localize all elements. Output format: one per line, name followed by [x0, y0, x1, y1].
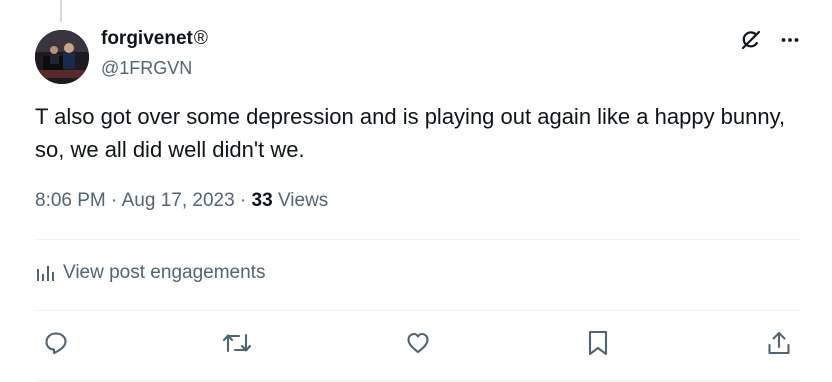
repost-button[interactable]	[216, 326, 258, 360]
display-name-text: forgivenet	[101, 28, 193, 49]
views-label: Views	[272, 190, 329, 211]
heart-icon	[406, 332, 429, 354]
divider	[35, 310, 800, 311]
meta-separator: ·	[234, 190, 252, 211]
like-button[interactable]	[397, 326, 439, 360]
divider	[35, 239, 800, 240]
meta-separator: ·	[105, 190, 122, 211]
share-icon	[768, 331, 790, 355]
grok-slash-icon[interactable]	[740, 29, 762, 51]
post-actions-bar	[35, 326, 800, 360]
bookmark-icon	[589, 330, 608, 356]
post-time[interactable]: 8:06 PM	[35, 190, 106, 211]
post-text: T also got over some depression and is p…	[35, 104, 786, 162]
avatar[interactable]	[35, 30, 89, 84]
share-button[interactable]	[758, 326, 800, 360]
repost-icon	[222, 333, 251, 353]
post-date[interactable]: Aug 17, 2023	[122, 190, 235, 211]
view-engagements-label: View post engagements	[63, 262, 266, 283]
post-metadata: 8:06 PM · Aug 17, 2023 · 33 Views	[35, 190, 328, 212]
registered-mark: ®	[193, 28, 208, 49]
bookmark-button[interactable]	[577, 326, 619, 360]
reply-button[interactable]	[35, 326, 77, 360]
thread-connector-line	[60, 0, 62, 22]
analytics-bars-icon	[35, 263, 55, 283]
reply-icon	[45, 332, 67, 355]
views-count: 33	[251, 190, 273, 211]
view-engagements-link[interactable]: View post engagements	[35, 262, 265, 284]
user-handle[interactable]: @1FRGVN	[101, 58, 192, 79]
divider	[35, 380, 800, 381]
more-dots-icon[interactable]	[780, 30, 800, 50]
display-name[interactable]: forgivenet®	[101, 28, 208, 50]
